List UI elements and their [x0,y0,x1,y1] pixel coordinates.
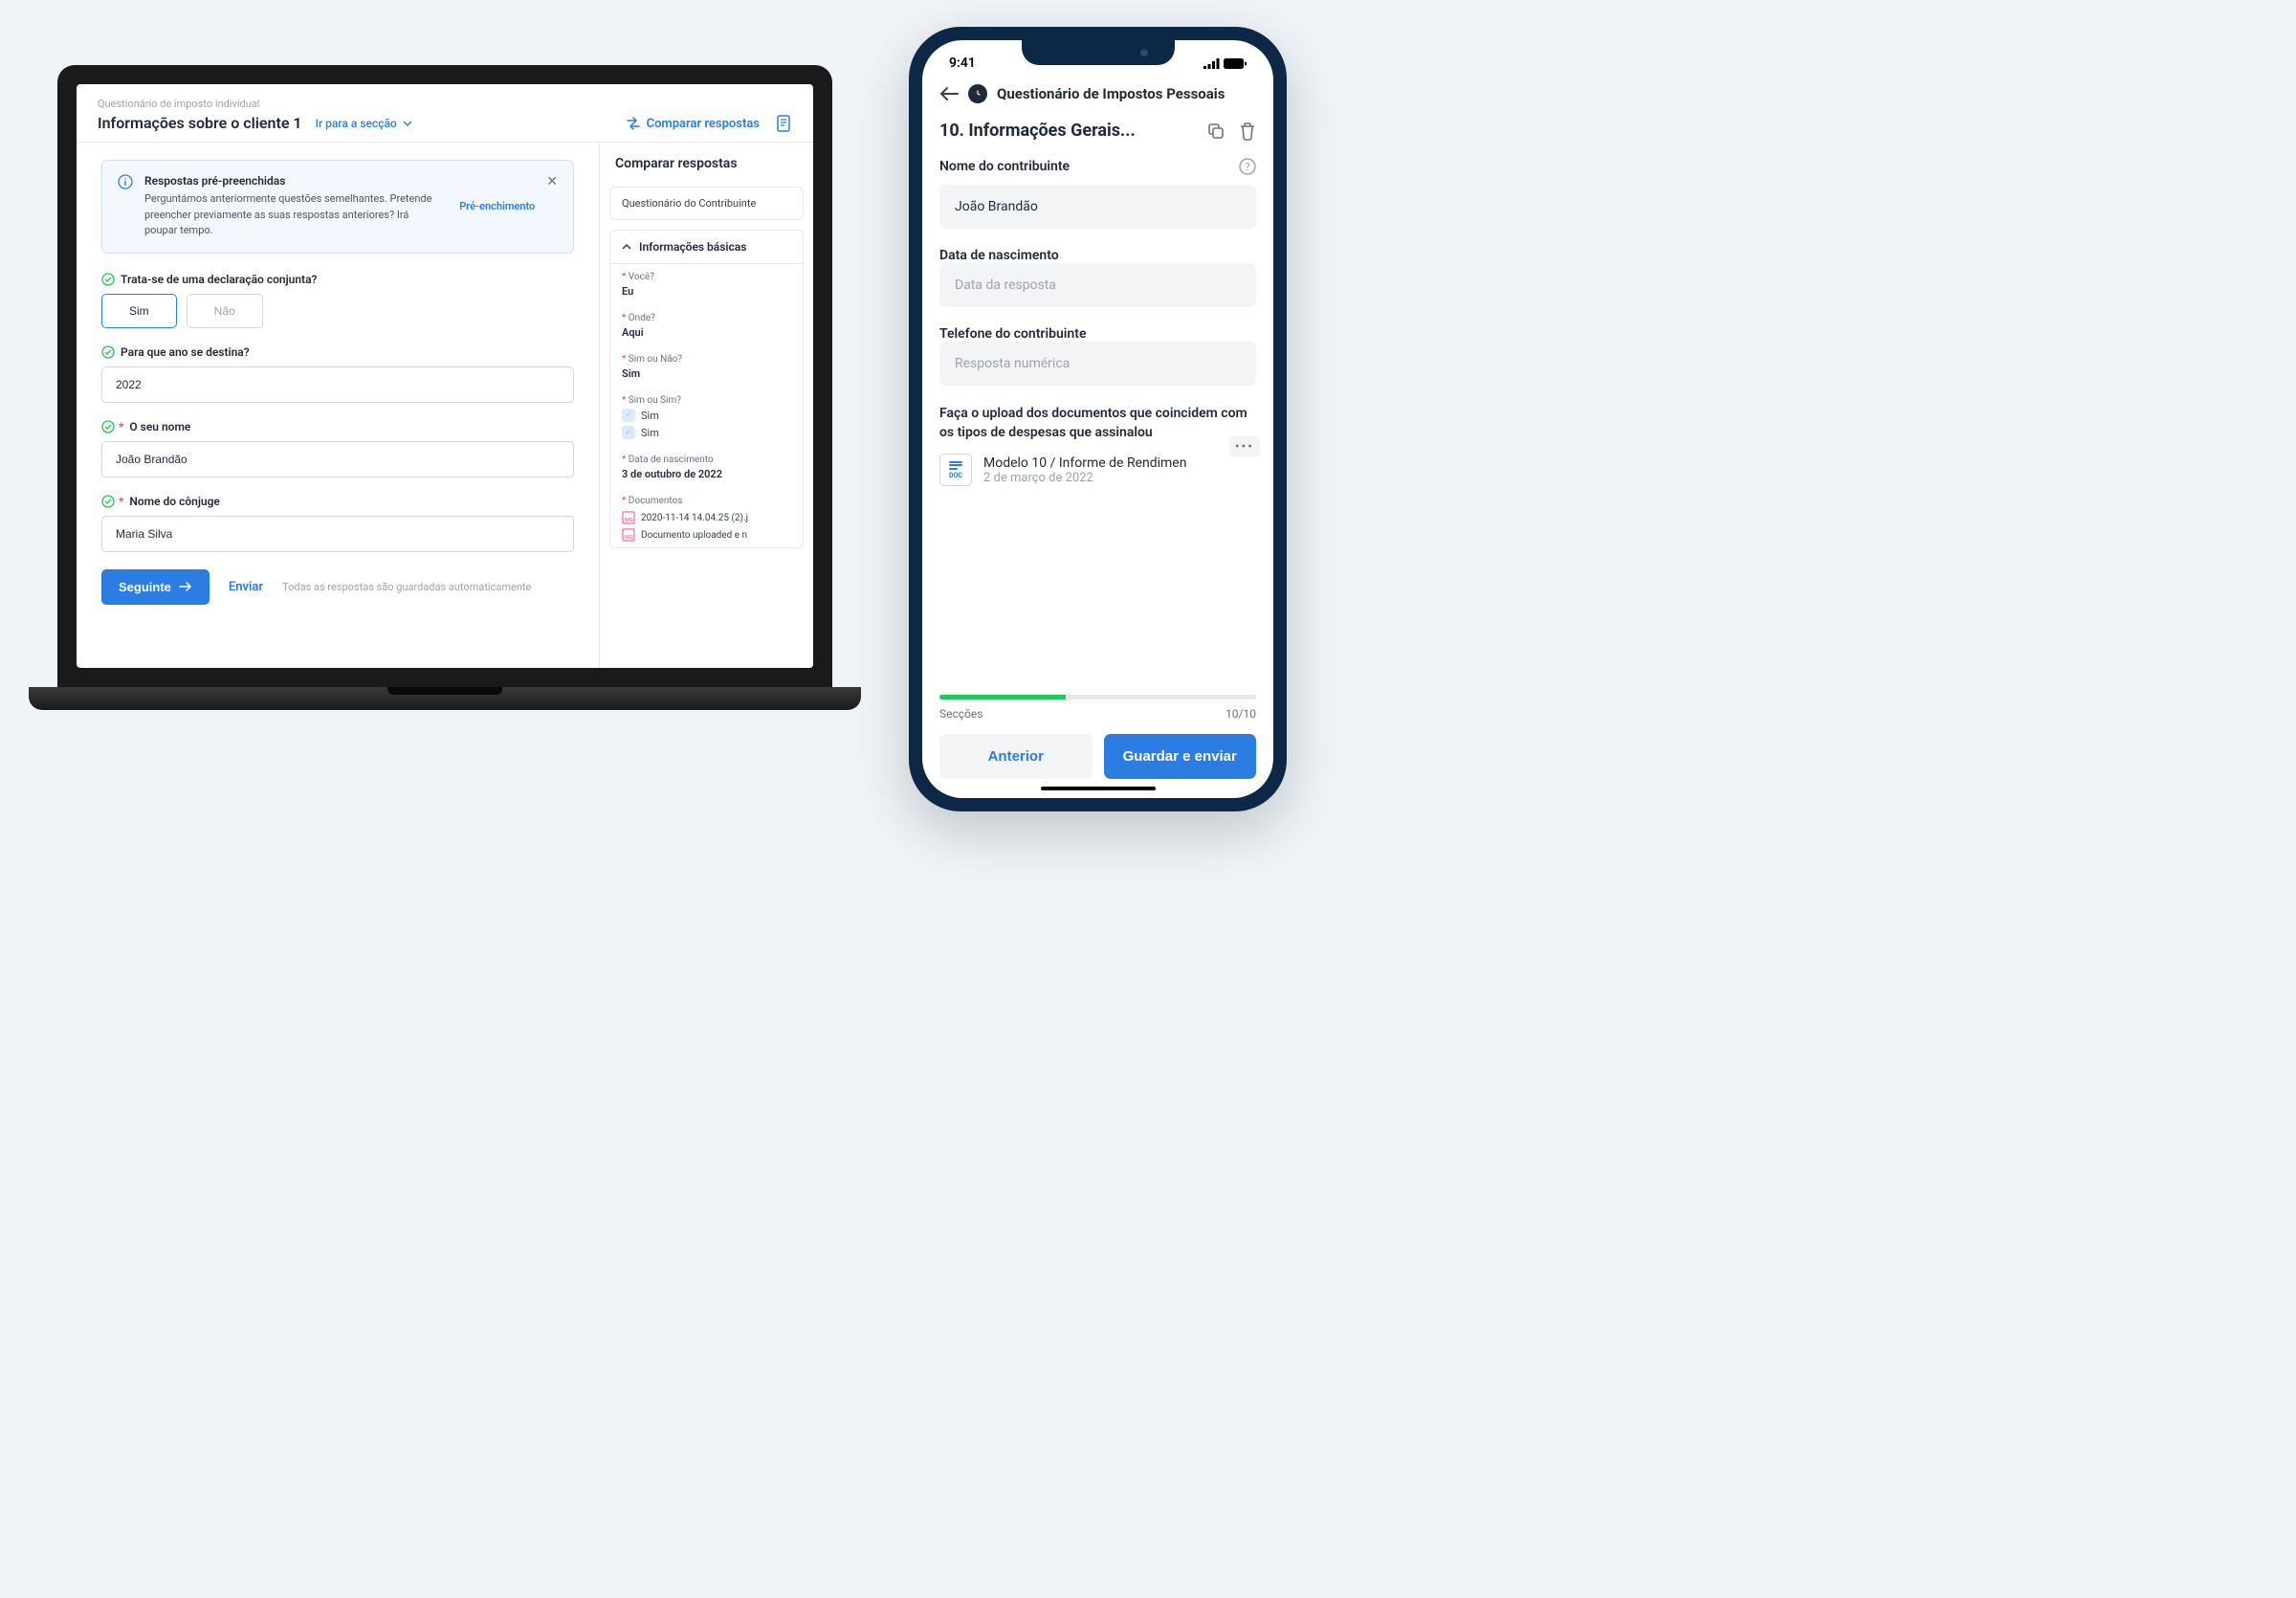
copy-icon[interactable] [1206,122,1225,141]
progress-bar [939,695,1256,699]
svg-text:IMG: IMG [624,518,633,523]
question-joint-label: Trata-se de uma declaração conjunta? [121,273,317,286]
doc-name: Documento uploaded e n [641,530,747,541]
trash-icon[interactable] [1239,122,1256,141]
dob-label: Data de nascimento [939,248,1256,263]
back-arrow-icon[interactable] [939,86,959,101]
compare-panel-title: Comparar respostas [600,143,813,181]
answer-dob: 3 de outubro de 2022 [622,468,791,484]
check-circle-icon [101,420,115,433]
phone-input[interactable]: Resposta numérica [939,342,1256,386]
question-name-label: O seu nome [129,420,190,433]
answer-where: Aqui [622,326,791,343]
required-marker: * [119,495,123,508]
name-input[interactable] [101,441,574,477]
question-spouse-label: Nome do cônjuge [129,495,219,508]
laptop-header: Questionário de imposto individual Infor… [77,84,813,143]
battery-icon [1224,58,1247,69]
taxpayer-name-input[interactable]: João Brandão [939,185,1256,229]
next-button[interactable]: Seguinte [101,569,210,605]
compare-panel: Comparar respostas Questionário do Contr… [599,143,813,668]
upload-label: Faça o upload dos documentos que coincid… [939,405,1256,442]
answer-yesno: Sim [622,367,791,384]
chevron-down-icon [403,119,412,128]
status-time: 9:41 [949,55,976,71]
mobile-header-title: Questionário de Impostos Pessoais [997,85,1225,102]
radio-yes[interactable]: Sim [101,294,177,328]
home-indicator [1041,787,1156,790]
dob-input[interactable]: Data da resposta [939,263,1256,307]
compare-answers-link[interactable]: Comparar respostas [626,117,760,131]
year-input[interactable] [101,366,574,403]
checkbox-icon: ✓ [622,409,635,422]
question-year-label: Para que ano se destina? [121,345,250,359]
uploaded-document[interactable]: ••• DOC Modelo 10 / Informe de Rendimen … [939,454,1256,486]
image-file-icon: IMG [622,511,635,524]
chevron-up-icon [622,242,631,252]
doc-date: 2 de março de 2022 [983,471,1256,485]
form-main-area: Respostas pré-preenchidas Perguntámos an… [77,143,599,668]
doc-file-icon: DOC [939,454,972,486]
required-marker: * [119,420,123,433]
info-text: Perguntámos anteriormente questões semel… [144,191,440,239]
sections-label: Secções [939,707,982,721]
autosave-text: Todas as respostas são guardadas automat… [282,581,531,593]
more-icon[interactable]: ••• [1229,436,1260,457]
answer-you: Eu [622,285,791,301]
phone-label: Telefone do contribuinte [939,326,1256,342]
save-send-button[interactable]: Guardar e enviar [1104,734,1257,779]
doc-name: Modelo 10 / Informe de Rendimen [983,455,1256,471]
taxpayer-name-label: Nome do contribuinte [939,159,1070,174]
doc-name: 2020-11-14 14.04.25 (2).j [641,513,748,523]
help-icon[interactable]: ? [1239,158,1256,175]
previous-button[interactable]: Anterior [939,734,1093,779]
info-title: Respostas pré-preenchidas [144,174,440,188]
section-header[interactable]: Informações básicas [610,231,803,264]
radio-no[interactable]: Não [187,294,263,328]
spouse-input[interactable] [101,516,574,552]
clock-icon [968,84,987,103]
svg-text:IMG: IMG [624,535,633,541]
arrow-right-icon [179,581,192,592]
breadcrumb: Questionário de imposto individual [98,98,626,110]
prefill-info-box: Respostas pré-preenchidas Perguntámos an… [101,160,574,254]
compare-icon [626,117,641,130]
image-file-icon: IMG [622,528,635,542]
check-circle-icon [101,273,115,286]
info-icon [118,174,133,189]
page-title: Informações sobre o cliente 1 [98,114,302,132]
check-circle-icon [101,495,115,508]
sections-count: 10/10 [1225,707,1256,721]
document-icon[interactable] [777,115,792,132]
check-circle-icon [101,345,115,359]
close-icon[interactable]: ✕ [546,174,558,189]
section-title: 10. Informações Gerais... [939,121,1136,141]
phone-device: 9:41 Questionário de Impostos Pessoais 1… [909,27,1287,811]
send-link[interactable]: Enviar [229,580,263,594]
checkbox-icon: ✓ [622,426,635,439]
questionnaire-card[interactable]: Questionário do Contribuinte [609,187,804,220]
goto-section-link[interactable]: Ir para a secção [316,117,412,130]
prefill-action-link[interactable]: Pré-enchimento [459,200,535,212]
svg-text:?: ? [1245,161,1249,173]
signal-icon [1203,58,1220,69]
laptop-device: Questionário de imposto individual Infor… [29,65,861,754]
